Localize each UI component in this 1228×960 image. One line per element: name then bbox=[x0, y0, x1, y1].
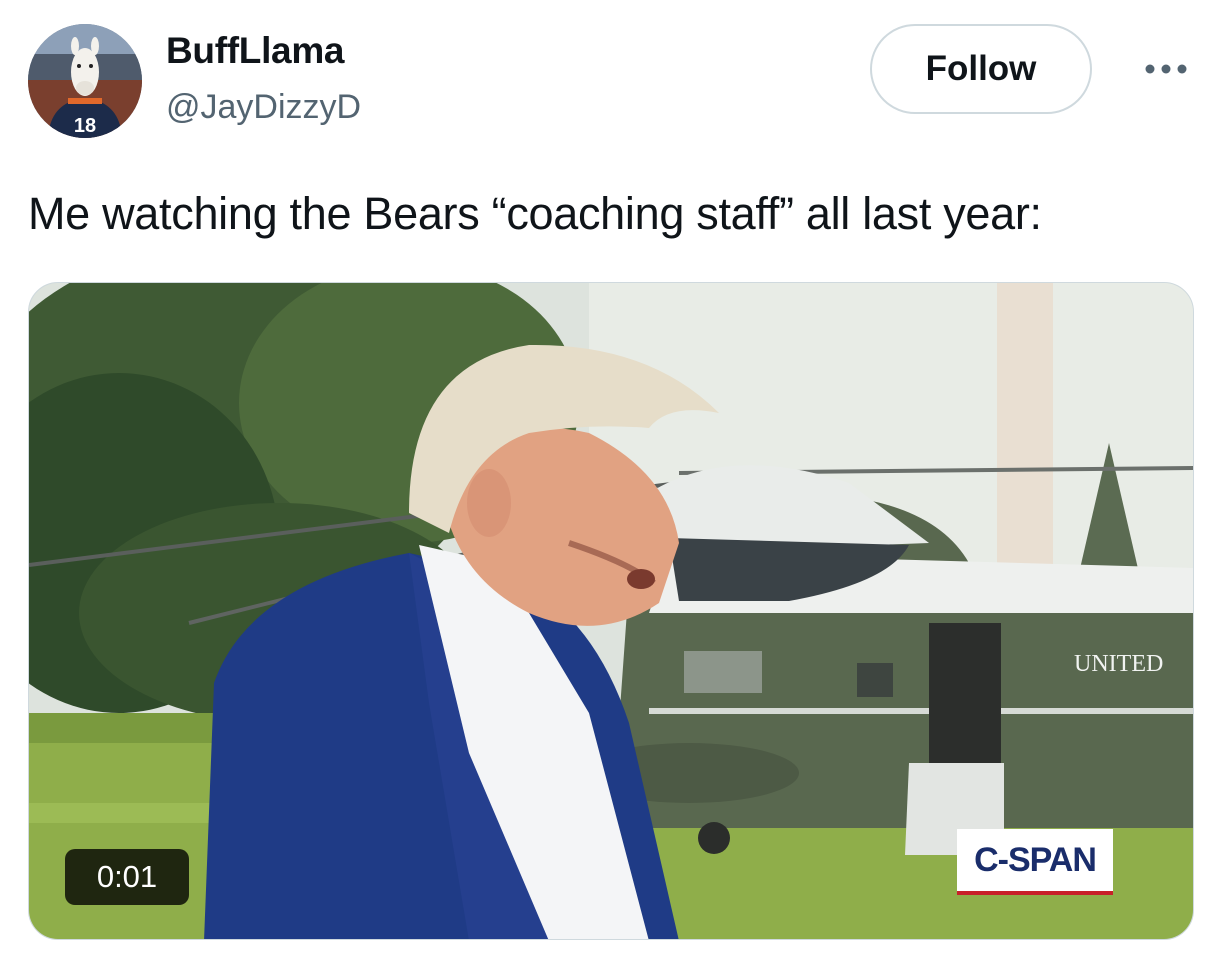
author-avatar[interactable]: 18 bbox=[28, 24, 142, 138]
video-timestamp: 0:01 bbox=[65, 849, 189, 905]
tweet-text: Me watching the Bears “coaching staff” a… bbox=[28, 188, 1042, 239]
cspan-watermark: C-SPAN bbox=[957, 829, 1113, 895]
author-name[interactable]: BuffLlama bbox=[166, 30, 345, 72]
avatar-jersey-number: 18 bbox=[74, 115, 96, 137]
aircraft-lettering: UNITED bbox=[1074, 651, 1163, 677]
follow-button[interactable]: Follow bbox=[870, 24, 1092, 114]
video-player[interactable]: UNITED 0:01 C-SPAN bbox=[28, 282, 1194, 940]
more-options-button[interactable] bbox=[1140, 52, 1192, 86]
avatar-image: 18 bbox=[28, 24, 142, 138]
more-options-icon bbox=[1145, 64, 1187, 74]
author-handle[interactable]: @JayDizzyD bbox=[166, 88, 361, 127]
